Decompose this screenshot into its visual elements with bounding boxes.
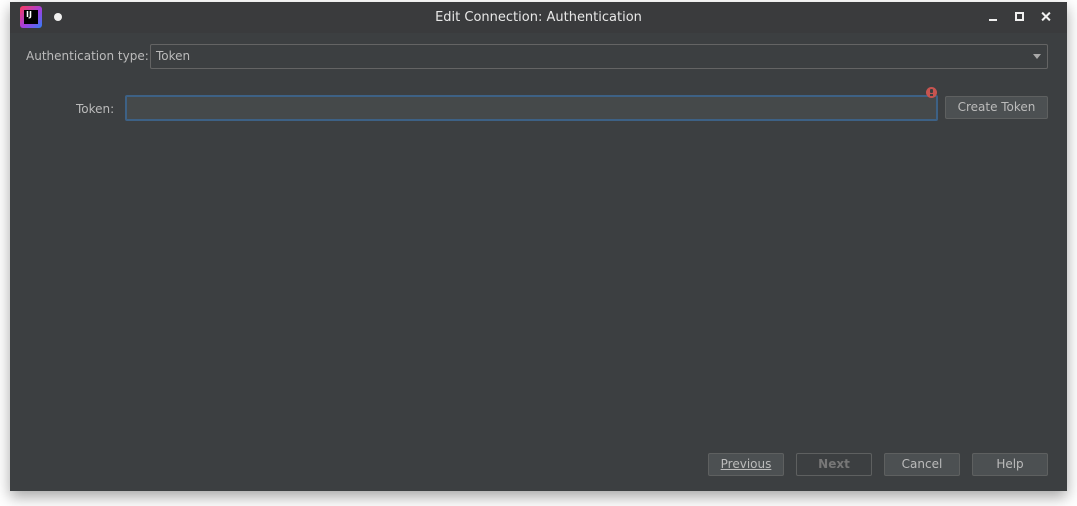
token-label: Token: bbox=[76, 102, 115, 116]
window-title: Edit Connection: Authentication bbox=[435, 10, 642, 25]
edit-connection-dialog: IJ Edit Connection: Authentication Authe… bbox=[10, 2, 1067, 491]
authentication-type-value: Token bbox=[156, 49, 191, 63]
token-input[interactable] bbox=[125, 95, 938, 121]
error-icon bbox=[926, 87, 937, 98]
cancel-button[interactable]: Cancel bbox=[884, 453, 960, 476]
help-button[interactable]: Help bbox=[972, 453, 1048, 476]
title-bar[interactable]: IJ Edit Connection: Authentication bbox=[10, 2, 1067, 33]
previous-button-label: Previous bbox=[720, 457, 772, 471]
authentication-type-dropdown[interactable]: Token bbox=[150, 44, 1048, 69]
close-icon[interactable] bbox=[1038, 9, 1054, 25]
next-button[interactable]: Next bbox=[796, 453, 872, 476]
maximize-icon[interactable] bbox=[1011, 9, 1027, 25]
chevron-down-icon bbox=[1033, 54, 1041, 59]
previous-button[interactable]: Previous bbox=[708, 453, 784, 476]
create-token-button[interactable]: Create Token bbox=[945, 96, 1048, 119]
minimize-icon[interactable] bbox=[985, 9, 1001, 25]
authentication-type-label: Authentication type: bbox=[26, 49, 149, 63]
